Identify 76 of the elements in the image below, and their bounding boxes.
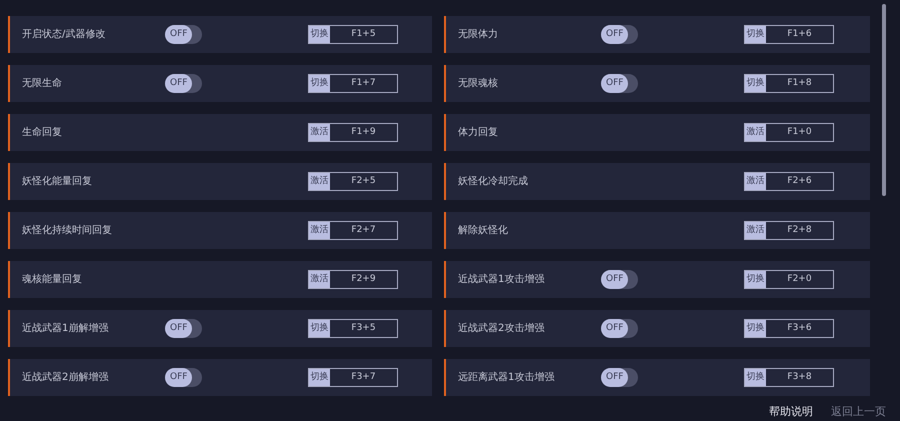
hotkey-text: F1+6 xyxy=(786,28,813,41)
hotkey-field[interactable]: 切换 F3+8 xyxy=(744,368,834,387)
hotkey-field[interactable]: 激活 F2+5 xyxy=(308,172,398,191)
activate-tag: 激活 xyxy=(309,271,330,288)
toggle-tag: 切换 xyxy=(745,75,766,92)
option-label: 无限魂核 xyxy=(458,76,498,91)
hotkey-field[interactable]: 激活 F2+7 xyxy=(308,221,398,240)
hotkey-field[interactable]: 切换 F2+0 xyxy=(744,270,834,289)
hotkey-text: F3+5 xyxy=(350,322,377,335)
toggle-tag: 切换 xyxy=(309,26,330,43)
activate-tag: 激活 xyxy=(309,173,330,190)
activate-tag: 激活 xyxy=(309,222,330,239)
option-label: 生命回复 xyxy=(22,126,62,140)
toggle-switch[interactable]: OFF xyxy=(165,368,202,387)
option-label: 魂核能量回复 xyxy=(22,272,82,287)
toggle-switch[interactable]: OFF xyxy=(165,25,202,44)
hotkey-field[interactable]: 激活 F2+8 xyxy=(744,221,834,240)
hotkey-text: F1+7 xyxy=(350,76,377,90)
option-label: 妖怪化冷却完成 xyxy=(458,174,528,189)
hotkey-field[interactable]: 激活 F1+0 xyxy=(744,123,834,142)
toggle-switch[interactable]: OFF xyxy=(601,319,638,338)
toggle-tag: 切换 xyxy=(745,26,766,43)
hotkey-text: F2+8 xyxy=(786,224,813,237)
hotkey-text: F3+6 xyxy=(786,322,813,335)
activate-tag: 激活 xyxy=(309,124,330,141)
toggle-tag: 切换 xyxy=(309,369,330,386)
option-label: 解除妖怪化 xyxy=(458,224,508,238)
activate-tag: 激活 xyxy=(745,222,766,239)
hotkey-text: F1+8 xyxy=(786,76,813,90)
option-label: 体力回复 xyxy=(458,126,498,140)
hotkey-field[interactable]: 激活 F1+9 xyxy=(308,123,398,142)
option-label: 近战武器1攻击增强 xyxy=(458,272,544,287)
hotkey-text: F3+8 xyxy=(786,370,813,384)
hotkey-field[interactable]: 切换 F1+8 xyxy=(744,74,834,93)
activate-tag: 激活 xyxy=(745,124,766,141)
toggle-switch[interactable]: OFF xyxy=(601,368,638,387)
option-label: 无限体力 xyxy=(458,28,498,42)
toggle-tag: 切换 xyxy=(745,271,766,288)
option-label: 远距离武器1攻击增强 xyxy=(458,370,554,385)
hotkey-field[interactable]: 切换 F3+7 xyxy=(308,368,398,387)
hotkey-field[interactable]: 切换 F3+5 xyxy=(308,319,398,338)
hotkey-text: F2+5 xyxy=(350,174,377,188)
toggle-switch[interactable]: OFF xyxy=(601,270,638,289)
toggle-tag: 切换 xyxy=(309,75,330,92)
help-link[interactable]: 帮助说明 xyxy=(769,404,813,420)
hotkey-text: F1+0 xyxy=(786,126,813,139)
hotkey-field[interactable]: 切换 F1+5 xyxy=(308,25,398,44)
hotkey-text: F2+0 xyxy=(786,272,813,286)
option-label: 妖怪化持续时间回复 xyxy=(22,224,112,238)
toggle-tag: 切换 xyxy=(745,369,766,386)
hotkey-text: F1+5 xyxy=(350,28,377,41)
scrollbar[interactable] xyxy=(882,4,886,196)
toggle-tag: 切换 xyxy=(745,320,766,337)
hotkey-text: F2+7 xyxy=(350,224,377,237)
option-label: 近战武器1崩解增强 xyxy=(22,322,108,336)
option-label: 开启状态/武器修改 xyxy=(22,28,106,42)
toggle-tag: 切换 xyxy=(309,320,330,337)
hotkey-text: F3+7 xyxy=(350,370,377,384)
hotkey-text: F2+6 xyxy=(786,174,813,188)
option-label: 近战武器2攻击增强 xyxy=(458,322,544,336)
option-label: 妖怪化能量回复 xyxy=(22,174,92,189)
hotkey-field[interactable]: 激活 F2+9 xyxy=(308,270,398,289)
hotkey-field[interactable]: 切换 F3+6 xyxy=(744,319,834,338)
hotkey-text: F1+9 xyxy=(350,126,377,139)
toggle-switch[interactable]: OFF xyxy=(165,319,202,338)
hotkey-text: F2+9 xyxy=(350,272,377,286)
back-link[interactable]: 返回上一页 xyxy=(831,404,886,420)
hotkey-field[interactable]: 切换 F1+7 xyxy=(308,74,398,93)
toggle-switch[interactable]: OFF xyxy=(601,74,638,93)
hotkey-field[interactable]: 切换 F1+6 xyxy=(744,25,834,44)
option-label: 无限生命 xyxy=(22,76,62,91)
toggle-switch[interactable]: OFF xyxy=(601,25,638,44)
option-label: 近战武器2崩解增强 xyxy=(22,370,108,385)
hotkey-field[interactable]: 激活 F2+6 xyxy=(744,172,834,191)
activate-tag: 激活 xyxy=(745,173,766,190)
toggle-switch[interactable]: OFF xyxy=(165,74,202,93)
